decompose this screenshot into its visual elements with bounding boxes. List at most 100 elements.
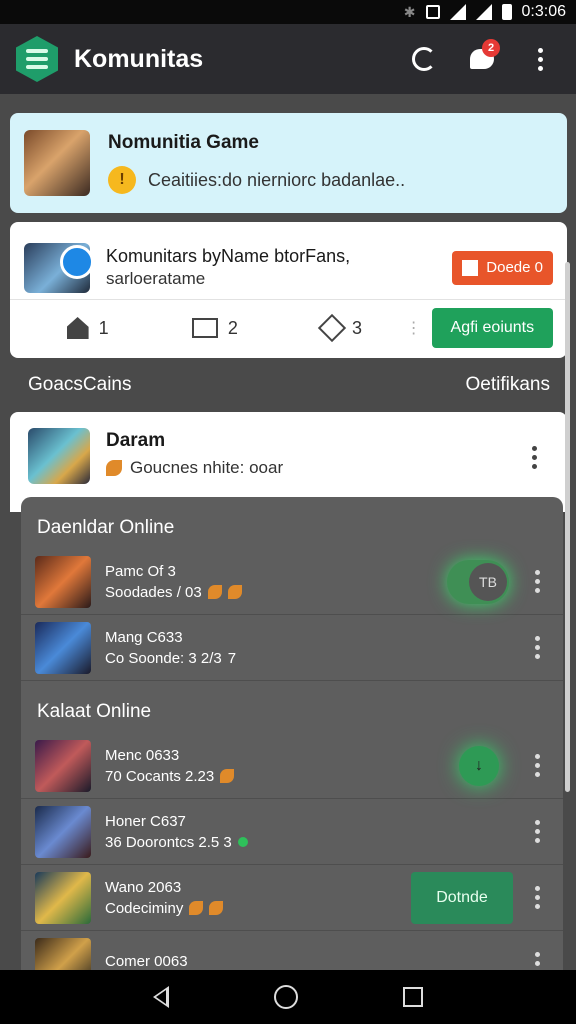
- stat-messages-value: 2: [227, 317, 238, 338]
- list-item[interactable]: Menc 0633 70 Cocants 2.23 ↓: [21, 733, 563, 799]
- more-vertical-icon: [534, 570, 540, 593]
- list-item[interactable]: Comer 0063: [21, 931, 563, 970]
- leaf-icon: [227, 585, 242, 599]
- group-heading: Kalaat Online: [37, 701, 152, 722]
- stat-tags-value: 3: [352, 317, 363, 338]
- leaf-icon: [106, 460, 122, 476]
- community-subtitle: Ceaitiies:do nierniorc badanlae..: [148, 169, 406, 190]
- refresh-icon: [412, 47, 436, 71]
- player-avatar: [35, 805, 91, 858]
- mail-icon: [191, 318, 218, 338]
- status-bar: ✱ 0:3:06: [0, 0, 576, 24]
- section-header: GoacsCains Oetifikans: [28, 374, 550, 396]
- player-meta: 36 Doorontcs 2.5 3: [105, 833, 232, 851]
- bluetooth-icon: ✱: [403, 3, 416, 20]
- toggle-label: TB: [469, 562, 507, 601]
- more-vertical-icon: [534, 952, 540, 970]
- more-vertical-icon: [534, 886, 540, 909]
- summary-subtitle: sarloeratame: [106, 269, 206, 288]
- list-item[interactable]: Wano 2063 Codeciminy Dotnde: [21, 865, 563, 931]
- stat-home-value: 1: [98, 317, 109, 338]
- community-summary-card: Komunitars byName btorFans, sarloeratame…: [10, 222, 567, 358]
- app-title: Komunitas: [74, 44, 204, 73]
- scrollbar[interactable]: [565, 262, 570, 792]
- more-vertical-icon: [534, 820, 540, 843]
- leaf-icon: [207, 585, 222, 599]
- sync-button[interactable]: [404, 39, 444, 79]
- more-vertical-icon: [534, 754, 540, 777]
- list-item[interactable]: Mang C633 Co Soonde: 3 2/3 7: [21, 615, 563, 681]
- online-toggle[interactable]: TB: [447, 559, 509, 604]
- player-name: Honer C637: [105, 812, 186, 830]
- leaf-icon: [209, 901, 224, 915]
- row-menu-button[interactable]: [525, 570, 549, 593]
- row-menu-button[interactable]: [525, 754, 549, 777]
- home-circle-icon[interactable]: [273, 985, 298, 1009]
- wifi-signal-icon: [475, 4, 492, 20]
- row-menu-button[interactable]: [525, 636, 549, 659]
- save-icon: [462, 259, 479, 276]
- status-time: 0:3:06: [521, 3, 566, 20]
- section-title: GoacsCains: [28, 374, 132, 395]
- player-meta: Co Soonde: 3 2/3: [105, 649, 222, 667]
- player-avatar: [35, 871, 91, 924]
- player-meta: Codeciminy: [105, 899, 184, 917]
- notification-icon: [425, 5, 440, 19]
- featured-community-card[interactable]: Nomunitia Game ! Ceaitiies:do nierniorc …: [10, 113, 567, 213]
- player-avatar: [35, 621, 91, 674]
- player-name: Pamc Of 3: [105, 562, 176, 580]
- row-action-button[interactable]: Dotnde: [411, 871, 513, 924]
- leaf-icon: [189, 901, 204, 915]
- app-logo-icon: [16, 36, 58, 82]
- list-item[interactable]: Honer C637 36 Doorontcs 2.5 3: [21, 799, 563, 865]
- community-avatar: [24, 242, 94, 293]
- warning-icon: !: [108, 166, 136, 194]
- player-meta: Soodades / 03: [105, 583, 202, 601]
- online-status-icon: [237, 837, 248, 847]
- divider: ⋮: [405, 320, 422, 337]
- group-menu-button[interactable]: [519, 446, 549, 469]
- player-name: Wano 2063: [105, 878, 182, 896]
- player-name: Comer 0063: [105, 953, 188, 970]
- player-name: Menc 0633: [105, 746, 180, 764]
- player-avatar: [35, 555, 91, 608]
- signal-icon: [449, 4, 466, 20]
- group-subtitle: Goucnes nhite: ooar: [130, 458, 284, 477]
- list-item[interactable]: Pamc Of 3 Soodades / 03 TB: [21, 549, 563, 615]
- join-button[interactable]: Agfi eoiunts: [431, 308, 553, 348]
- player-avatar: [35, 937, 91, 970]
- meta-glyph: 7: [227, 649, 237, 667]
- group-title: Daram: [106, 430, 166, 451]
- row-menu-button[interactable]: [525, 952, 549, 970]
- battery-icon: [501, 4, 512, 20]
- online-players-panel: Daenldar Online Pamc Of 3 Soodades / 03 …: [21, 497, 563, 970]
- player-meta: 70 Cocants 2.23: [105, 767, 215, 785]
- summary-action-button[interactable]: Doede 0: [452, 250, 553, 285]
- recents-icon[interactable]: [403, 987, 424, 1007]
- overflow-menu-button[interactable]: [520, 39, 560, 79]
- more-vertical-icon: [534, 636, 540, 659]
- stat-tags[interactable]: 3: [278, 313, 405, 343]
- download-button[interactable]: ↓: [459, 745, 499, 786]
- group-avatar: [28, 428, 90, 484]
- more-vertical-icon: [537, 47, 543, 71]
- stat-messages[interactable]: 2: [151, 318, 278, 339]
- back-icon[interactable]: [152, 986, 169, 1008]
- notification-badge: 2: [482, 39, 500, 57]
- community-avatar: [24, 130, 90, 196]
- leaf-icon: [220, 769, 235, 783]
- more-vertical-icon: [531, 446, 537, 469]
- community-title: Nomunitia Game: [108, 132, 259, 153]
- row-menu-button[interactable]: [525, 886, 549, 909]
- section-link[interactable]: Oetifikans: [466, 374, 550, 396]
- group-heading: Daenldar Online: [37, 517, 175, 538]
- messages-button[interactable]: 2: [462, 39, 502, 79]
- stat-home[interactable]: 1: [24, 317, 151, 339]
- player-avatar: [35, 739, 91, 792]
- row-menu-button[interactable]: [525, 820, 549, 843]
- summary-action-label: Doede 0: [486, 259, 543, 276]
- system-nav-bar: [0, 970, 576, 1024]
- app-bar: Komunitas 2: [0, 24, 576, 94]
- summary-title: Komunitars byName btorFans,: [106, 246, 351, 266]
- home-icon: [66, 317, 89, 339]
